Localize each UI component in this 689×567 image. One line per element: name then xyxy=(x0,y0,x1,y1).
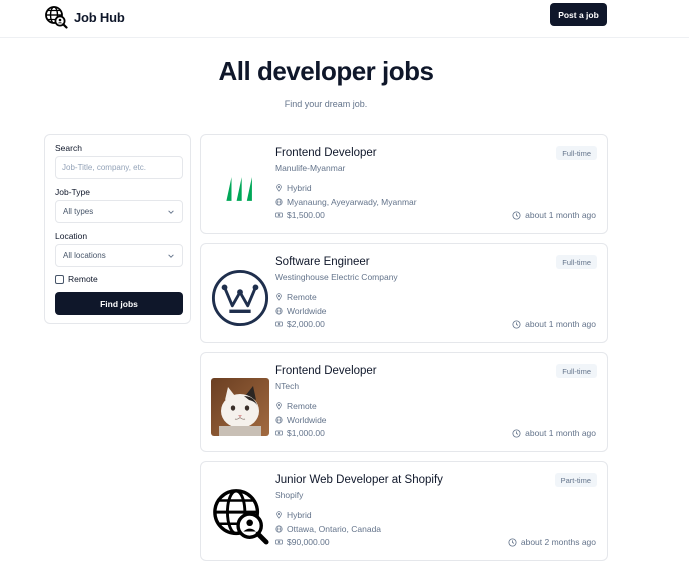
job-type-label: Job-Type xyxy=(55,187,90,197)
location-select[interactable]: All locations xyxy=(55,244,183,267)
job-type-badge: Full-time xyxy=(556,146,597,160)
salary-text: $90,000.00 xyxy=(287,537,330,547)
work-mode-text: Remote xyxy=(287,292,317,302)
work-mode: Remote xyxy=(275,292,317,302)
posted-text: about 1 month ago xyxy=(525,210,596,220)
job-type-badge: Full-time xyxy=(556,364,597,378)
work-mode: Hybrid xyxy=(275,510,312,520)
salary: $1,500.00 xyxy=(275,210,325,220)
filter-panel: Search Job-Type All types Location All l… xyxy=(44,134,191,324)
location-text: Myanaung, Ayeyarwady, Myanmar xyxy=(287,197,417,207)
job-type-badge: Full-time xyxy=(556,255,597,269)
job-type-badge: Part-time xyxy=(554,473,597,487)
location-label: Location xyxy=(55,231,88,241)
job-title: Frontend Developer xyxy=(275,365,377,377)
banknote-icon xyxy=(275,539,283,545)
job-title: Software Engineer xyxy=(275,256,370,268)
salary: $2,000.00 xyxy=(275,319,325,329)
job-card[interactable]: Frontend Developer NTech Remote Worldwid… xyxy=(200,352,608,452)
work-mode: Hybrid xyxy=(275,183,312,193)
chevron-down-icon xyxy=(168,209,174,214)
job-title: Frontend Developer xyxy=(275,147,377,159)
salary-text: $2,000.00 xyxy=(287,319,325,329)
salary: $1,000.00 xyxy=(275,428,325,438)
posted-text: about 1 month ago xyxy=(525,319,596,329)
job-type-value: All types xyxy=(63,207,94,216)
company-name: Manulife-Myanmar xyxy=(275,163,346,173)
salary-text: $1,000.00 xyxy=(287,428,325,438)
location: Worldwide xyxy=(275,415,327,425)
remote-label: Remote xyxy=(68,274,98,284)
location-text: Worldwide xyxy=(287,415,327,425)
company-name: NTech xyxy=(275,381,300,391)
navbar: Job Hub Post a job xyxy=(0,0,689,38)
globe-icon xyxy=(275,416,283,424)
search-label: Search xyxy=(55,143,82,153)
clock-icon xyxy=(512,210,521,220)
location-text: Worldwide xyxy=(287,306,327,316)
clock-icon xyxy=(508,537,517,547)
salary-text: $1,500.00 xyxy=(287,210,325,220)
page-subtitle: Find your dream job. xyxy=(284,99,368,109)
globe-search-logo xyxy=(211,487,269,545)
remote-checkbox[interactable] xyxy=(55,274,64,284)
job-card[interactable]: Software Engineer Westinghouse Electric … xyxy=(200,243,608,343)
clock-icon xyxy=(512,428,521,438)
banknote-icon xyxy=(275,430,283,436)
globe-icon xyxy=(275,307,283,315)
map-pin-icon xyxy=(276,511,282,519)
location-value: All locations xyxy=(63,251,106,260)
job-type-select[interactable]: All types xyxy=(55,200,183,223)
location: Myanaung, Ayeyarwady, Myanmar xyxy=(275,197,417,207)
job-title: Junior Web Developer at Shopify xyxy=(275,474,443,486)
brand-name: Job Hub xyxy=(74,9,125,25)
posted-time: about 1 month ago xyxy=(512,428,596,438)
posted-text: about 2 months ago xyxy=(520,537,596,547)
clock-icon xyxy=(512,319,521,329)
westinghouse-logo xyxy=(211,269,269,327)
search-input[interactable] xyxy=(55,156,183,179)
banknote-icon xyxy=(275,321,283,327)
chevron-down-icon xyxy=(168,253,174,258)
job-card[interactable]: Frontend Developer Manulife-Myanmar Hybr… xyxy=(200,134,608,234)
work-mode-text: Hybrid xyxy=(287,510,312,520)
map-pin-icon xyxy=(276,184,282,192)
brand-link[interactable]: Job Hub xyxy=(44,5,125,29)
globe-icon xyxy=(275,198,283,206)
globe-search-icon xyxy=(45,6,68,29)
find-jobs-button[interactable]: Find jobs xyxy=(55,292,183,315)
manulife-logo xyxy=(211,160,269,218)
cat-photo-logo xyxy=(211,378,269,436)
work-mode-text: Hybrid xyxy=(287,183,312,193)
globe-icon xyxy=(275,525,283,533)
remote-option: Remote xyxy=(55,274,98,284)
company-name: Shopify xyxy=(275,490,304,500)
job-card[interactable]: Junior Web Developer at Shopify Shopify … xyxy=(200,461,608,561)
company-name: Westinghouse Electric Company xyxy=(275,272,398,282)
map-pin-icon xyxy=(276,293,282,301)
posted-time: about 2 months ago xyxy=(508,537,596,547)
post-job-button[interactable]: Post a job xyxy=(550,3,607,26)
page-title: All developer jobs xyxy=(218,56,434,86)
location: Ottawa, Ontario, Canada xyxy=(275,524,381,534)
posted-time: about 1 month ago xyxy=(512,319,596,329)
posted-time: about 1 month ago xyxy=(512,210,596,220)
salary: $90,000.00 xyxy=(275,537,330,547)
location: Worldwide xyxy=(275,306,327,316)
work-mode: Remote xyxy=(275,401,317,411)
banknote-icon xyxy=(275,212,283,218)
work-mode-text: Remote xyxy=(287,401,317,411)
map-pin-icon xyxy=(276,402,282,410)
posted-text: about 1 month ago xyxy=(525,428,596,438)
location-text: Ottawa, Ontario, Canada xyxy=(287,524,382,534)
